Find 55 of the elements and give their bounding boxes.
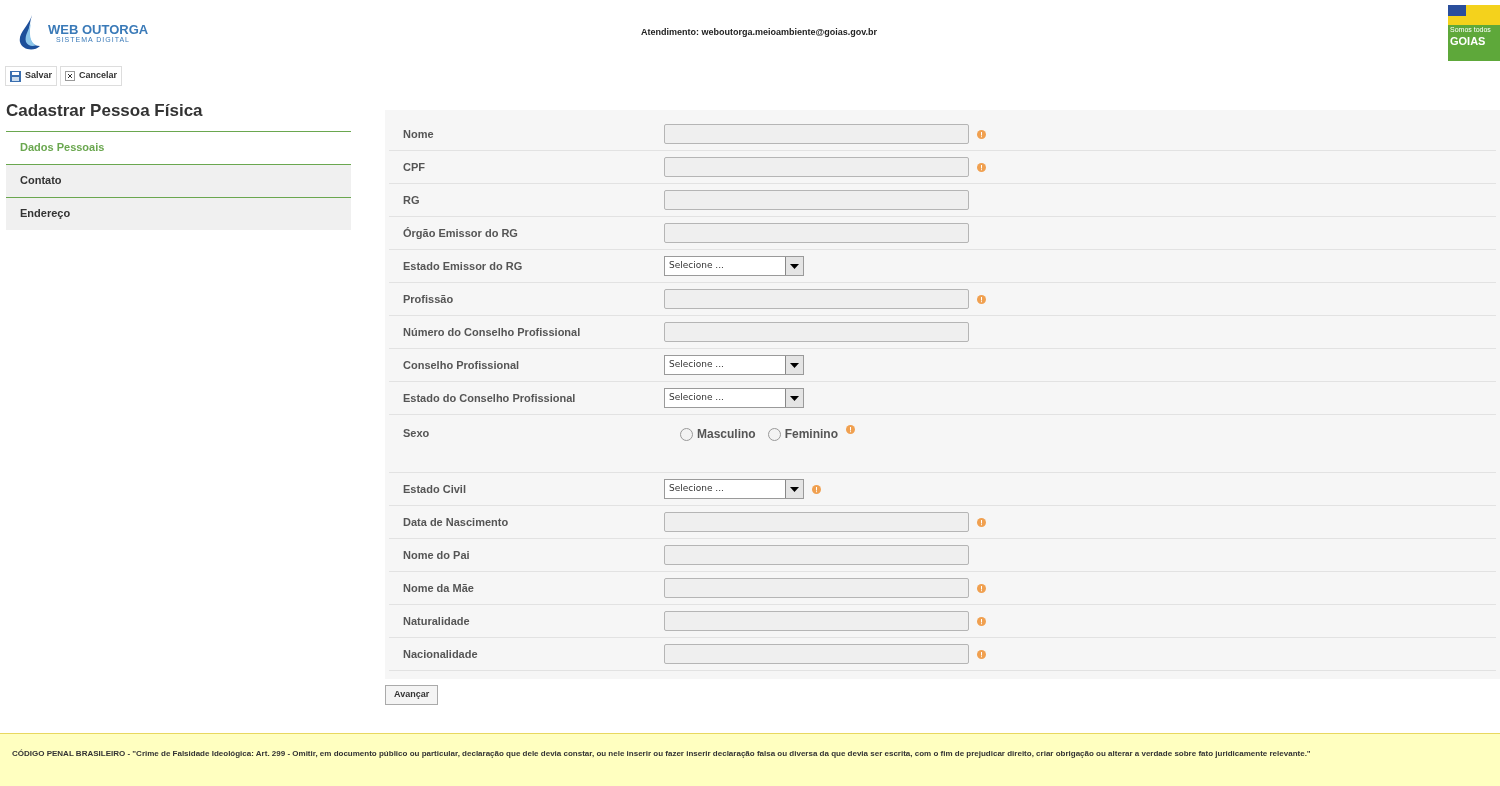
radio-button[interactable]	[680, 427, 693, 441]
next-button[interactable]: Avançar	[385, 685, 439, 705]
text-field[interactable]	[664, 322, 969, 342]
radio-button[interactable]	[767, 427, 781, 441]
text-field[interactable]	[664, 644, 969, 664]
radio-label: Masculino	[697, 426, 756, 443]
flag-drawing	[1448, 5, 1500, 25]
dropdown-placeholder: Selecione ...	[668, 391, 724, 405]
radio-label: Feminino	[784, 426, 839, 443]
field-label: Órgão Emissor do RG	[402, 225, 519, 241]
field-label: Conselho Profissional	[402, 357, 521, 373]
field-label: CPF	[402, 159, 426, 175]
field-label: Data de Nascimento	[402, 514, 510, 530]
field-label: Nome da Mãe	[402, 580, 475, 596]
text-field[interactable]	[664, 190, 969, 210]
sidebar-tab[interactable]: Endereço	[6, 196, 351, 230]
text-field[interactable]	[664, 545, 969, 565]
logo-title: WEB OUTORGA	[48, 23, 149, 36]
text-field[interactable]	[664, 124, 969, 144]
field-label: Estado Emissor do RG	[402, 258, 524, 274]
dropdown[interactable]: Selecione ...	[664, 479, 804, 499]
dropdown[interactable]: Selecione ...	[664, 355, 804, 375]
text-field[interactable]	[664, 611, 969, 631]
logo-text: GOIAS	[1449, 35, 1487, 47]
dropdown[interactable]: Selecione ...	[664, 388, 804, 408]
sidebar-tab[interactable]: Contato	[6, 163, 351, 197]
contact-text: Atendimento: weboutorga.meioambiente@goias.gov.br	[640, 26, 878, 40]
text-field[interactable]	[664, 578, 969, 598]
text-field[interactable]	[664, 289, 969, 309]
caret-icon	[785, 389, 803, 407]
caret-icon	[785, 257, 803, 275]
save-button[interactable]: Salvar	[5, 66, 58, 86]
field-label: Estado Civil	[402, 481, 467, 497]
text-field[interactable]	[664, 157, 969, 177]
field-label: Profissão	[402, 291, 455, 307]
close-icon	[65, 71, 76, 81]
dropdown-placeholder: Selecione ...	[668, 358, 724, 372]
page-title: Cadastrar Pessoa Física	[6, 100, 204, 122]
field-label: Sexo	[402, 426, 431, 441]
text-field[interactable]	[664, 223, 969, 243]
dropdown-placeholder: Selecione ...	[668, 482, 724, 496]
cancel-button[interactable]: Cancelar	[60, 66, 123, 86]
dropdown-placeholder: Selecione ...	[668, 259, 724, 273]
field-label: Nome do Pai	[402, 547, 471, 563]
field-label: Nome	[402, 126, 435, 142]
field-label: Estado do Conselho Profissional	[402, 390, 577, 406]
text-field[interactable]	[664, 512, 969, 532]
field-label: RG	[402, 192, 421, 208]
field-label: Nacionalidade	[402, 646, 479, 662]
dropdown[interactable]: Selecione ...	[664, 256, 804, 276]
field-label: Número do Conselho Profissional	[402, 324, 582, 340]
legal-notice: CÓDIGO PENAL BRASILEIRO - "Crime de Falsidade Ideológica: Art. 299 - Omitir, em documento público ou particular, declaração que dele devia constar, ou nele inserir ou fazer inserir declaração falsa ou diversa da que devia ser escrita, com o fim de prejudicar direito, criar obrigação ou alterar a verdade sobre fato juridicamente relevante."	[12, 748, 1312, 760]
field-label: Naturalidade	[402, 613, 471, 629]
caret-icon	[785, 356, 803, 374]
caret-icon	[785, 480, 803, 498]
